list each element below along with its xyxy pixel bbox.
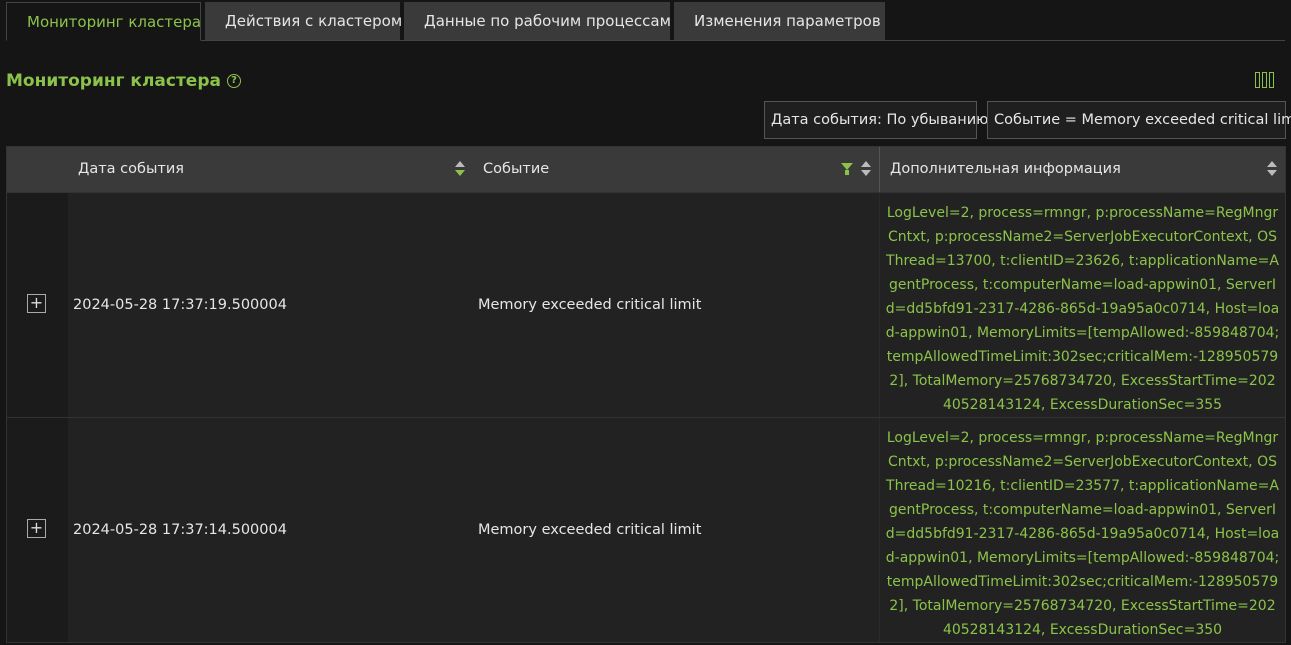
event-filter-chip[interactable]: Событие = Memory exceeded critical limit (987, 101, 1291, 139)
tab-bar: Мониторинг кластера Действия с кластером… (6, 2, 1285, 41)
help-icon[interactable]: ? (226, 74, 241, 88)
header-info-label: Дополнительная информация (890, 161, 1121, 177)
sort-icon[interactable] (1267, 161, 1277, 179)
header-expand-column (7, 147, 68, 192)
table-row: + 2024-05-28 17:37:14.500004 Memory exce… (7, 417, 1285, 642)
event-name-cell: Memory exceeded critical limit (473, 418, 879, 642)
sort-filter-chip[interactable]: Дата события: По убыванию (764, 101, 988, 139)
page-title-container: Мониторинг кластера ? (6, 71, 241, 91)
expand-plus-icon[interactable]: + (27, 294, 46, 313)
header-date[interactable]: Дата события (68, 147, 473, 192)
event-date-cell: 2024-05-28 17:37:19.500004 (68, 193, 473, 417)
expand-cell: + (7, 193, 68, 417)
expand-cell: + (7, 418, 68, 642)
event-name-cell: Memory exceeded critical limit (473, 193, 879, 417)
expand-plus-icon[interactable]: + (27, 519, 46, 538)
header-date-label: Дата события (78, 161, 184, 177)
sort-icon[interactable] (861, 161, 871, 179)
header-event-label: Событие (483, 161, 550, 177)
filter-icon[interactable] (841, 163, 853, 175)
event-date-cell: 2024-05-28 17:37:14.500004 (68, 418, 473, 642)
tab-worker-process-data[interactable]: Данные по рабочим процессам (404, 2, 671, 40)
page-title: Мониторинг кластера (6, 71, 221, 91)
header-info[interactable]: Дополнительная информация (879, 147, 1285, 192)
tab-cluster-actions[interactable]: Действия с кластером (205, 2, 402, 40)
sort-icon[interactable] (455, 161, 465, 179)
event-info-cell: LogLevel=2, process=rmngr, p:processName… (879, 418, 1285, 642)
tab-parameter-changes[interactable]: Изменения параметров (674, 2, 885, 40)
event-info-cell: LogLevel=2, process=rmngr, p:processName… (879, 193, 1285, 417)
table-row: + 2024-05-28 17:37:19.500004 Memory exce… (7, 192, 1285, 417)
header-event[interactable]: Событие (473, 147, 879, 192)
events-table: Дата события Событие Дополнительная инфо… (6, 146, 1286, 643)
tab-cluster-monitoring[interactable]: Мониторинг кластера (6, 2, 201, 41)
columns-icon[interactable] (1255, 72, 1277, 90)
table-header: Дата события Событие Дополнительная инфо… (7, 147, 1285, 192)
